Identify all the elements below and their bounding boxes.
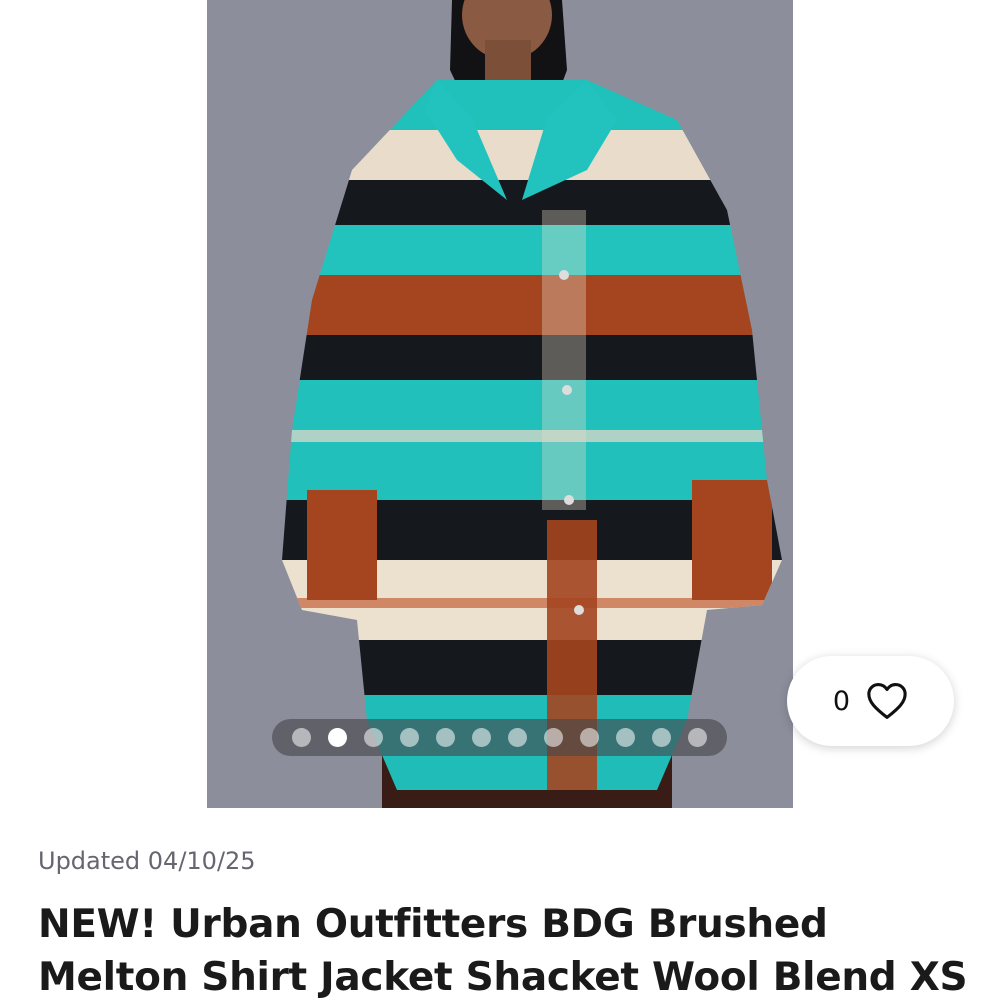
carousel-dot[interactable] (652, 728, 671, 747)
carousel-dot[interactable] (400, 728, 419, 747)
carousel-dot[interactable] (472, 728, 491, 747)
listing-page: 0 Updated 04/10/25 NEW! Urban Outfitters… (0, 0, 1000, 1000)
updated-date: Updated 04/10/25 (38, 847, 256, 875)
product-photo[interactable] (207, 0, 793, 808)
carousel-dot[interactable] (292, 728, 311, 747)
listing-title: NEW! Urban Outfitters BDG Brushed Melton… (38, 902, 968, 1000)
carousel-dot[interactable] (436, 728, 455, 747)
carousel-dot[interactable] (688, 728, 707, 747)
like-button[interactable]: 0 (787, 656, 954, 746)
carousel-dot[interactable] (364, 728, 383, 747)
like-count: 0 (832, 685, 851, 717)
carousel-dot[interactable] (508, 728, 527, 747)
carousel-dot[interactable] (616, 728, 635, 747)
carousel-dot[interactable] (544, 728, 563, 747)
carousel-dot[interactable] (580, 728, 599, 747)
carousel-dot[interactable] (328, 728, 347, 747)
jacket-image (207, 0, 793, 808)
carousel-indicator (272, 719, 727, 756)
heart-outline-icon (866, 682, 908, 720)
